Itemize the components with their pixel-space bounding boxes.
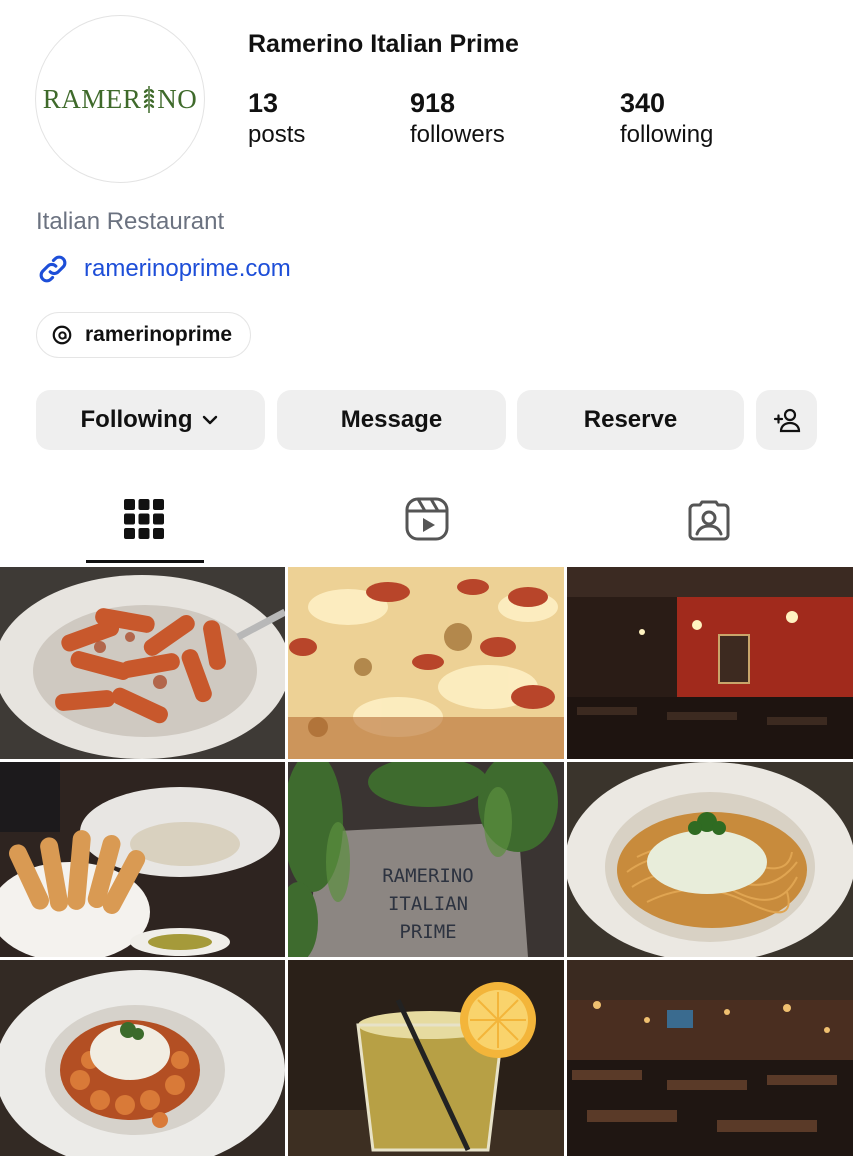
chevron-down-icon bbox=[203, 415, 218, 425]
post-thumbnail[interactable] bbox=[0, 567, 285, 759]
tagged-person-icon bbox=[688, 500, 730, 541]
sign-line-1: RAMERINO bbox=[382, 865, 474, 887]
following-button[interactable]: Following bbox=[36, 390, 265, 450]
website-link[interactable]: ramerinoprime.com bbox=[36, 252, 291, 286]
sign-line-2: ITALIAN bbox=[387, 893, 469, 915]
threads-icon bbox=[52, 325, 72, 345]
post-thumbnail[interactable] bbox=[288, 567, 564, 759]
reserve-button[interactable]: Reserve bbox=[517, 390, 744, 450]
penne-photo bbox=[0, 567, 285, 759]
message-button[interactable]: Message bbox=[277, 390, 506, 450]
wheat-icon bbox=[144, 86, 155, 113]
tab-tagged[interactable] bbox=[679, 494, 739, 544]
posts-grid: RAMERINO ITALIAN PRIME bbox=[0, 567, 853, 1156]
gnocchi-photo bbox=[0, 960, 285, 1156]
post-thumbnail[interactable] bbox=[567, 762, 853, 957]
followers-stat[interactable]: 918 followers bbox=[410, 86, 505, 150]
profile-avatar[interactable]: RAMER NO bbox=[35, 15, 205, 183]
website-url: ramerinoprime.com bbox=[84, 255, 291, 282]
suggest-people-button[interactable] bbox=[756, 390, 817, 450]
breadsticks-photo bbox=[0, 762, 285, 957]
post-thumbnail[interactable] bbox=[567, 960, 853, 1156]
posts-label: posts bbox=[248, 121, 306, 148]
dining-room-photo bbox=[567, 567, 853, 759]
post-thumbnail[interactable] bbox=[288, 960, 564, 1156]
following-count: 340 bbox=[620, 88, 666, 118]
following-button-label: Following bbox=[80, 406, 193, 433]
posts-stat[interactable]: 13 posts bbox=[248, 86, 305, 150]
posts-count: 13 bbox=[248, 88, 279, 118]
post-thumbnail[interactable] bbox=[0, 960, 285, 1156]
threads-handle: ramerinoprime bbox=[85, 323, 233, 346]
reels-icon bbox=[405, 497, 449, 541]
post-thumbnail[interactable]: RAMERINO ITALIAN PRIME bbox=[288, 762, 564, 957]
post-thumbnail[interactable] bbox=[0, 762, 285, 957]
tab-reels[interactable] bbox=[397, 494, 457, 544]
grid-icon bbox=[124, 499, 164, 539]
cocktail-photo bbox=[288, 960, 564, 1156]
profile-name: Ramerino Italian Prime bbox=[248, 30, 519, 58]
brand-logo: RAMER NO bbox=[42, 83, 198, 114]
message-button-label: Message bbox=[340, 406, 443, 433]
followers-count: 918 bbox=[410, 88, 456, 118]
link-icon bbox=[39, 255, 67, 283]
following-stat[interactable]: 340 following bbox=[620, 86, 713, 150]
spaghetti-photo bbox=[567, 762, 853, 957]
post-thumbnail[interactable] bbox=[567, 567, 853, 759]
profile-category: Italian Restaurant bbox=[36, 208, 225, 235]
dining-room-night-photo bbox=[567, 960, 853, 1156]
sign-line-3: PRIME bbox=[399, 921, 457, 943]
threads-badge[interactable]: ramerinoprime bbox=[36, 312, 252, 358]
tab-posts-grid[interactable] bbox=[114, 494, 174, 544]
active-tab-indicator bbox=[86, 560, 204, 563]
sign-lettering: RAMERINO ITALIAN PRIME bbox=[348, 862, 508, 946]
pizza-photo bbox=[288, 567, 564, 759]
following-label: following bbox=[620, 121, 714, 148]
add-person-icon bbox=[773, 408, 800, 433]
followers-label: followers bbox=[410, 121, 505, 148]
reserve-button-label: Reserve bbox=[583, 406, 678, 433]
